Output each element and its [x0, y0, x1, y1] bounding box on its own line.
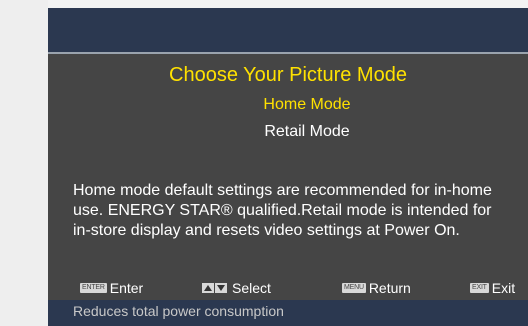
- description-line: Home mode default settings are recommend…: [73, 182, 492, 199]
- option-home-mode[interactable]: Home Mode: [48, 96, 528, 114]
- menu-title: Choose Your Picture Mode: [169, 64, 407, 86]
- menu-key-icon: MENU: [342, 283, 366, 293]
- nav-enter-label: Enter: [109, 280, 144, 296]
- description-line: in-store display and resets video settin…: [73, 222, 460, 239]
- arrow-up-icon: [202, 283, 214, 293]
- nav-select-label: Select: [232, 280, 271, 296]
- arrow-down-icon: [215, 283, 227, 293]
- background-margin: [0, 0, 48, 326]
- nav-select[interactable]: Select: [202, 278, 271, 298]
- nav-legend: ENTER Enter Select MENU Return EXIT Exit: [48, 278, 528, 298]
- status-bar: Reduces total power consumption: [48, 300, 528, 326]
- tv-setup-screen: Choose Your Picture Mode Home Mode Retai…: [48, 0, 528, 326]
- option-retail-mode[interactable]: Retail Mode: [48, 123, 528, 141]
- header-divider: [48, 52, 528, 54]
- nav-return[interactable]: MENU Return: [342, 278, 411, 298]
- enter-key-icon: ENTER: [80, 283, 107, 293]
- description-line: use. ENERGY STAR® qualified.Retail mode …: [73, 202, 492, 219]
- nav-exit-label: Exit: [491, 280, 516, 296]
- exit-key-icon: EXIT: [470, 283, 489, 293]
- nav-enter[interactable]: ENTER Enter: [80, 278, 143, 298]
- header-bar: [48, 8, 528, 52]
- mode-description: Home mode default settings are recommend…: [73, 181, 528, 241]
- nav-exit[interactable]: EXIT Exit: [470, 278, 515, 298]
- status-text: Reduces total power consumption: [73, 303, 284, 319]
- top-strip: [48, 0, 528, 8]
- nav-return-label: Return: [368, 280, 411, 296]
